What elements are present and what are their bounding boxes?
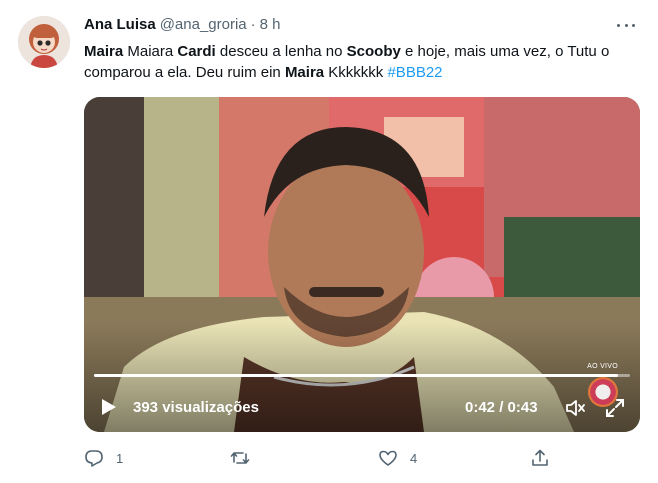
- share-icon: [532, 449, 548, 466]
- share-button[interactable]: [530, 448, 550, 468]
- heart-icon: [379, 450, 397, 466]
- fullscreen-icon[interactable]: [604, 397, 626, 419]
- video-player[interactable]: AO VIVO 393 visualizações 0:42 / 0:43: [84, 97, 640, 432]
- video-progress-bar[interactable]: [94, 374, 630, 377]
- timestamp[interactable]: 8 h: [260, 16, 281, 33]
- avatar[interactable]: [18, 16, 70, 68]
- bold-text: Cardi: [177, 43, 216, 60]
- tweet-actions: 1 4: [84, 448, 554, 470]
- tweet: Ana Luisa @ana_groria · 8 h Maira Maiara…: [0, 0, 658, 483]
- reply-count: 1: [116, 450, 124, 466]
- avatar-illustration: [18, 16, 70, 68]
- play-icon[interactable]: [98, 397, 118, 417]
- video-progress-fill: [94, 374, 618, 377]
- timecode: 0:42 / 0:43: [465, 399, 538, 416]
- bold-text: Maira: [284, 64, 325, 81]
- tweet-text: Maira Maiara Cardi desceu a lenha no Sco…: [84, 41, 634, 83]
- tweet-text-segment: desceu a lenha no: [215, 43, 347, 60]
- bold-text: Maira: [84, 43, 124, 60]
- volume-muted-icon[interactable]: [564, 397, 586, 419]
- hashtag-link[interactable]: #BBB22: [387, 64, 442, 81]
- user-handle[interactable]: @ana_groria: [160, 16, 247, 33]
- retweet-button[interactable]: [230, 448, 262, 468]
- tweet-header: Ana Luisa @ana_groria · 8 h: [84, 16, 281, 36]
- reply-button[interactable]: 1: [84, 448, 123, 468]
- separator-dot: ·: [250, 16, 256, 33]
- more-options-icon[interactable]: [614, 16, 638, 34]
- bold-text: Scooby: [346, 43, 401, 60]
- view-count: 393 visualizações: [133, 399, 259, 416]
- display-name[interactable]: Ana Luisa: [84, 16, 156, 33]
- reply-icon: [85, 450, 103, 467]
- like-button[interactable]: 4: [378, 448, 417, 468]
- retweet-icon: [230, 452, 250, 464]
- tweet-text-segment: Kkkkkkk: [324, 64, 388, 81]
- live-badge: AO VIVO: [587, 363, 618, 370]
- like-count: 4: [410, 450, 418, 466]
- tweet-text-segment: Maiara: [123, 43, 178, 60]
